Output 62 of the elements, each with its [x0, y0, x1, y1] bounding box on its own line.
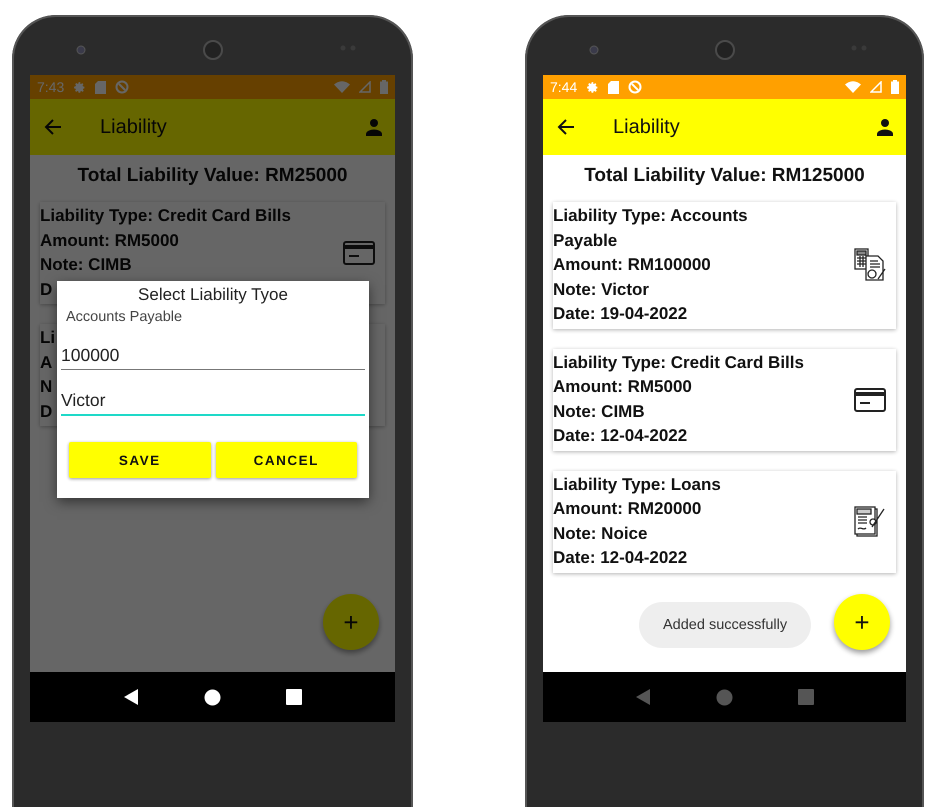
credit-card-icon	[854, 388, 886, 412]
sd-card-icon	[95, 80, 106, 94]
card-line: A	[40, 352, 52, 374]
card-line: D	[40, 278, 52, 300]
liability-card[interactable]: Liability Type: Loans Amount: RM20000 Note: Noice Date: 12-04-2022	[553, 470, 896, 572]
card-line: N	[40, 376, 52, 398]
battery-icon	[891, 80, 899, 94]
toast-message: Added successfully	[639, 602, 812, 648]
card-line: Liability Type: Credit Card Bills	[40, 205, 291, 227]
card-line: Note: Noice	[553, 522, 648, 544]
wifi-icon	[334, 81, 350, 93]
cancel-button[interactable]: CANCEL	[216, 442, 357, 478]
add-button[interactable]: +	[834, 594, 890, 650]
card-line: Amount: RM5000	[40, 230, 179, 252]
selected-option[interactable]: Accounts Payable	[66, 309, 182, 325]
screen-title: Liability	[613, 116, 681, 138]
screen-title: Liability	[100, 116, 168, 138]
input-field[interactable]: 100000	[61, 331, 365, 370]
signal-icon	[870, 81, 882, 93]
camera-lens	[76, 45, 86, 55]
card-line: Li	[40, 327, 56, 349]
battery-icon	[380, 80, 388, 94]
card-line: Liability Type: Credit Card Bills	[553, 352, 804, 374]
sd-card-icon	[608, 80, 620, 94]
settings-icon	[586, 80, 600, 94]
card-line: Note: CIMB	[40, 254, 132, 276]
home-icon[interactable]	[204, 688, 221, 706]
clock: 7:44	[550, 79, 578, 95]
clock: 7:43	[37, 79, 64, 95]
card-line: Amount: RM20000	[553, 498, 702, 520]
card-line: Note: Victor	[553, 278, 650, 300]
total-value: Total Liability Value: RM125000	[584, 165, 865, 187]
card-line: Liability Type: Loans	[553, 474, 721, 496]
no-sync-icon	[115, 80, 130, 94]
save-button[interactable]: SAVE	[69, 442, 210, 478]
profile-icon[interactable]	[876, 118, 894, 136]
card-line: Liability Type: Accounts Payable	[553, 205, 749, 252]
signal-icon	[359, 81, 371, 93]
back-icon[interactable]	[122, 688, 139, 706]
credit-card-icon	[343, 241, 375, 265]
loan-document-icon	[854, 504, 886, 538]
liability-card[interactable]: Liability Type: Accounts Payable Amount: RM100000 Note: Victor Date: 19-04-2022	[553, 202, 896, 328]
dialog-title: Select Liability Tyoe	[138, 285, 288, 305]
card-line: Date: 19-04-2022	[553, 303, 688, 325]
liability-card[interactable]: Liability Type: Credit Card Bills Amount: RM5000 Note: CIMB Date: 12-04-2022	[553, 348, 896, 450]
settings-icon	[73, 80, 86, 94]
card-line: Amount: RM100000	[553, 254, 711, 276]
total-value: Total Liability Value: RM25000	[78, 165, 348, 187]
speaker-grille	[202, 40, 222, 60]
no-sync-icon	[628, 80, 642, 94]
back-arrow-icon[interactable]	[557, 118, 575, 136]
input-field[interactable]: Victor	[61, 376, 365, 416]
card-line: Note: CIMB	[553, 400, 645, 422]
card-line: Date: 12-04-2022	[553, 425, 688, 447]
speaker-grille	[714, 40, 734, 60]
card-line: D	[40, 400, 52, 422]
calculator-invoice-icon	[854, 248, 886, 282]
camera-lens	[589, 45, 599, 55]
recents-icon[interactable]	[286, 689, 302, 705]
card-line: Amount: RM5000	[553, 376, 692, 398]
wifi-icon	[845, 81, 861, 93]
card-line: Date: 12-04-2022	[553, 547, 688, 569]
